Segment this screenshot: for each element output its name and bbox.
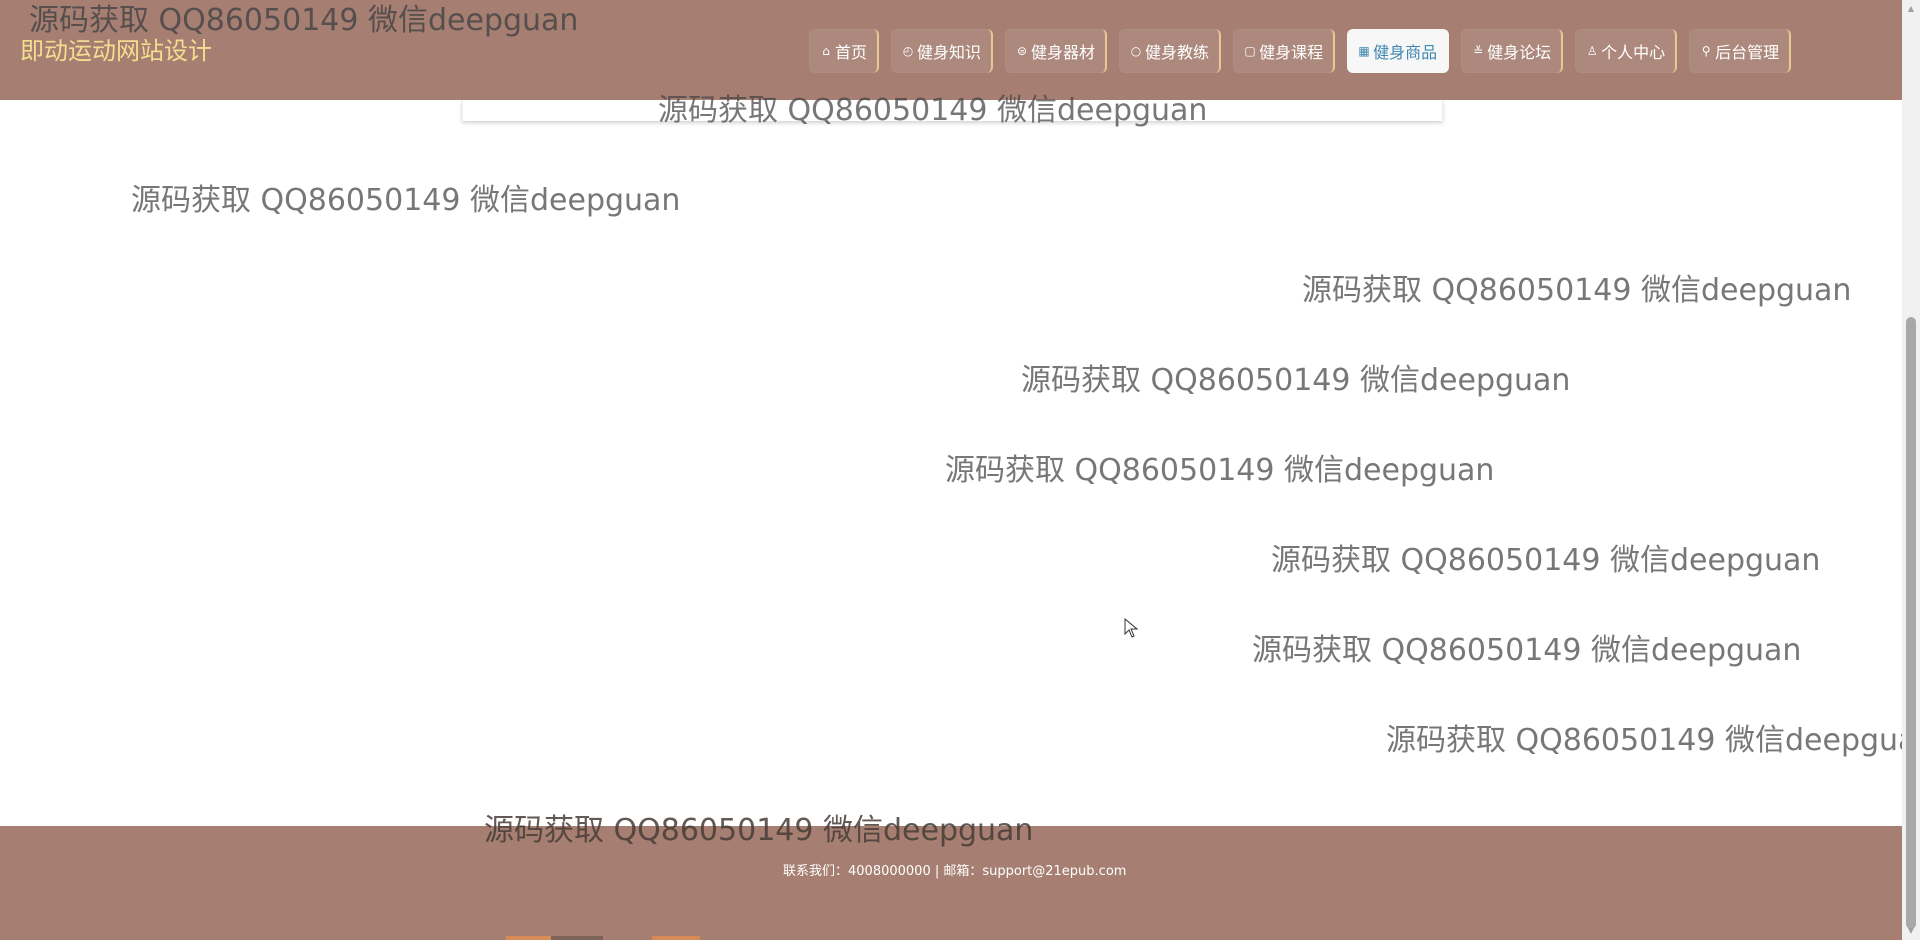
nav-label-fitness-coaches: 健身教练: [1145, 43, 1210, 62]
forum-icon: ≚: [1473, 44, 1484, 58]
vertical-scrollbar[interactable]: ▲ ▼: [1902, 0, 1920, 940]
nav-fitness-products[interactable]: ▦ 健身商品: [1347, 29, 1450, 73]
nav-label-admin-panel: 后台管理: [1715, 43, 1780, 62]
nav-fitness-courses[interactable]: ▢ 健身课程: [1233, 29, 1336, 73]
footer-color-strip: [506, 936, 551, 940]
link-icon: ⚲: [1701, 44, 1711, 58]
top-navigation-bar: 即动运动网站设计 ⌂ 首页 ◴ 健身知识 ⊜ 健身器材 ○ 健身教练 ▢ 健身课…: [0, 0, 1902, 100]
content-panel-bottom-edge: [462, 100, 1443, 121]
knowledge-icon: ◴: [902, 44, 914, 58]
user-icon: ♙: [1586, 44, 1598, 58]
home-icon: ⌂: [822, 44, 830, 58]
scroll-up-icon[interactable]: ▲: [1906, 4, 1916, 14]
nav-label-home: 首页: [835, 43, 868, 62]
footer-color-strip: [551, 936, 603, 940]
site-title: 即动运动网站设计: [20, 37, 212, 65]
scroll-thumb[interactable]: [1906, 317, 1916, 929]
fitness-website-page: 即动运动网站设计 ⌂ 首页 ◴ 健身知识 ⊜ 健身器材 ○ 健身教练 ▢ 健身课…: [0, 0, 1920, 940]
nav-label-fitness-courses: 健身课程: [1259, 43, 1324, 62]
nav-label-fitness-equipment: 健身器材: [1031, 43, 1096, 62]
nav-label-fitness-products: 健身商品: [1373, 43, 1438, 62]
nav-fitness-coaches[interactable]: ○ 健身教练: [1119, 29, 1222, 73]
nav-admin-panel[interactable]: ⚲ 后台管理: [1689, 29, 1792, 73]
nav-fitness-equipment[interactable]: ⊜ 健身器材: [1005, 29, 1108, 73]
main-content-area: [0, 100, 1902, 826]
products-icon: ▦: [1358, 44, 1370, 58]
nav-fitness-knowledge[interactable]: ◴ 健身知识: [891, 29, 994, 73]
coach-icon: ○: [1130, 44, 1142, 58]
nav-personal-center[interactable]: ♙ 个人中心: [1575, 29, 1678, 73]
course-icon: ▢: [1244, 44, 1256, 58]
nav-fitness-forum[interactable]: ≚ 健身论坛: [1461, 29, 1564, 73]
nav-label-fitness-forum: 健身论坛: [1487, 43, 1552, 62]
nav-home[interactable]: ⌂ 首页: [809, 29, 880, 73]
nav-label-fitness-knowledge: 健身知识: [917, 43, 982, 62]
scroll-down-icon[interactable]: ▼: [1906, 926, 1916, 936]
footer-contact-info: 联系我们：4008000000 | 邮箱：support@21epub.com: [783, 864, 1127, 879]
equipment-icon: ⊜: [1017, 44, 1028, 58]
nav-label-personal-center: 个人中心: [1601, 43, 1666, 62]
footer-color-strip: [652, 936, 700, 940]
main-navigation: ⌂ 首页 ◴ 健身知识 ⊜ 健身器材 ○ 健身教练 ▢ 健身课程 ▦ 健身商品: [809, 29, 1792, 73]
